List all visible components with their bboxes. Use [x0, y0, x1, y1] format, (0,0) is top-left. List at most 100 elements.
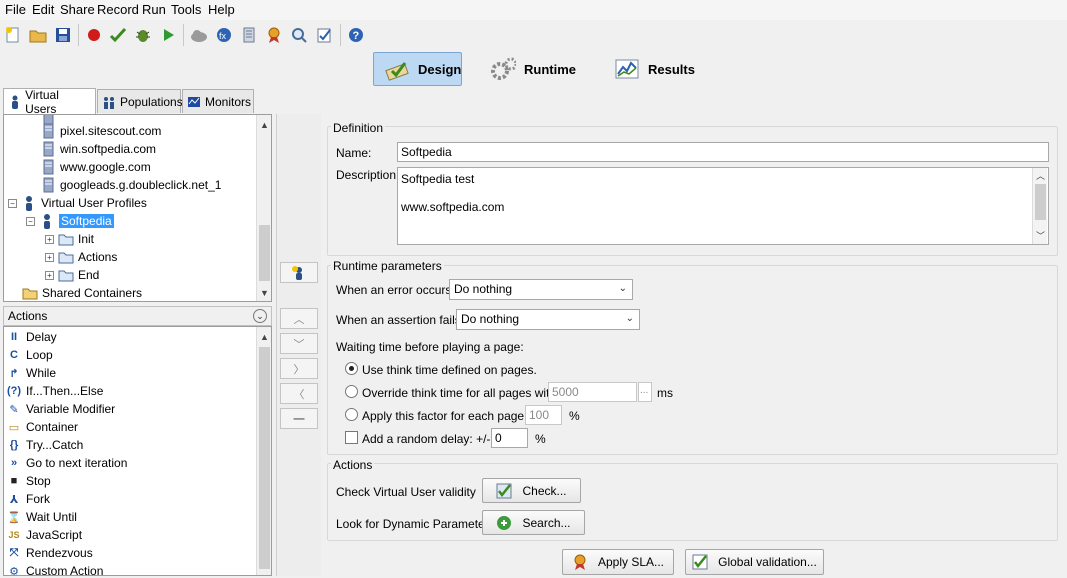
new-project-icon[interactable] [3, 25, 23, 45]
action-try-catch[interactable]: {} Try...Catch [6, 436, 84, 454]
record-icon[interactable] [84, 25, 104, 45]
results-mode-button[interactable]: Results [604, 52, 704, 86]
action-next-iteration[interactable]: » Go to next iteration [6, 454, 127, 472]
formula-icon[interactable]: fx [214, 25, 234, 45]
action-label: Container [26, 420, 79, 434]
search-icon[interactable] [289, 25, 309, 45]
outdent-button[interactable]: 〈 [280, 383, 318, 404]
assertion-label: When an assertion fails: [336, 313, 465, 327]
tree-item-selected-profile[interactable]: − Softpedia [26, 212, 114, 230]
play-icon[interactable] [158, 25, 178, 45]
scroll-up-icon[interactable]: ▲ [257, 117, 271, 133]
action-wait-until[interactable]: ⌛ Wait Until [6, 508, 77, 526]
random-delay-field[interactable]: 0 [491, 428, 528, 448]
description-field[interactable]: Softpedia test www.softpedia.com ︿ ﹀ [397, 167, 1049, 245]
apply-factor-radio[interactable] [345, 408, 358, 421]
tree-item-container[interactable]: + End [45, 266, 99, 284]
tab-monitors[interactable]: Monitors [182, 89, 254, 113]
action-label: Delay [26, 330, 57, 344]
action-container[interactable]: ▭ Container [6, 418, 78, 436]
condition-icon: (?) [6, 385, 22, 397]
tree-item-server[interactable]: www.google.com [40, 158, 151, 176]
action-custom-action[interactable]: ⚙ Custom Action [6, 562, 103, 575]
tree-item-container[interactable]: + Actions [45, 248, 117, 266]
cloud-icon[interactable] [189, 25, 209, 45]
actions-scrollbar[interactable]: ▲ [256, 327, 271, 575]
expand-icon[interactable]: + [45, 270, 54, 280]
override-think-time-radio[interactable] [345, 385, 358, 398]
validate-icon[interactable] [314, 25, 334, 45]
tree-item-container[interactable]: + Init [45, 230, 94, 248]
tree-scrollbar[interactable]: ▲ ▼ [256, 115, 271, 301]
search-button-label: Search... [522, 515, 571, 530]
scroll-down-icon[interactable]: ▼ [257, 285, 271, 301]
global-validation-button[interactable]: Global validation... [685, 549, 824, 575]
random-delay-label: Add a random delay: +/- [362, 432, 491, 446]
action-rendezvous[interactable]: ⤧ Rendezvous [6, 544, 93, 562]
expand-icon[interactable]: + [45, 252, 54, 262]
folder-icon [58, 231, 74, 247]
menu-run[interactable]: Run [142, 2, 166, 17]
assertion-action-select[interactable]: Do nothing ⌄ [456, 309, 640, 330]
scroll-up-icon[interactable]: ▲ [257, 329, 271, 345]
menu-help[interactable]: Help [208, 2, 235, 17]
collapse-icon[interactable]: − [8, 198, 17, 208]
scroll-up-icon[interactable]: ︿ [1033, 168, 1048, 184]
scrollbar-thumb[interactable] [1035, 184, 1046, 220]
runtime-mode-button[interactable]: Runtime [480, 52, 590, 86]
design-mode-button[interactable]: Design [373, 52, 462, 86]
remove-button[interactable]: — [280, 408, 318, 429]
name-field[interactable]: Softpedia [397, 142, 1049, 162]
use-think-time-radio[interactable] [345, 362, 358, 375]
menu-record[interactable]: Record [97, 2, 139, 17]
tree-item-label: Actions [78, 250, 118, 264]
collapse-icon[interactable]: − [26, 216, 35, 226]
action-fork[interactable]: ⅄ Fork [6, 490, 50, 508]
description-label: Description: [336, 168, 400, 182]
open-project-icon[interactable] [28, 25, 48, 45]
check-icon[interactable] [108, 25, 128, 45]
scroll-down-icon[interactable]: ﹀ [1033, 228, 1048, 244]
chevron-right-icon: 〉 [293, 363, 305, 376]
menu-edit[interactable]: Edit [32, 2, 54, 17]
move-down-button[interactable]: ﹀ [280, 333, 318, 354]
tab-populations[interactable]: Populations [97, 89, 183, 113]
menu-share[interactable]: Share [60, 2, 95, 17]
expand-icon[interactable]: + [45, 234, 54, 244]
tree-item-profiles[interactable]: − Virtual User Profiles [8, 194, 147, 212]
apply-sla-button[interactable]: Apply SLA... [562, 549, 674, 575]
action-while[interactable]: ↱ While [6, 364, 56, 382]
check-button[interactable]: Check... [482, 478, 581, 503]
tab-virtual-users[interactable]: Virtual Users [3, 88, 96, 116]
override-think-time-field[interactable]: 5000 [548, 382, 637, 402]
description-scrollbar[interactable]: ︿ ﹀ [1032, 168, 1047, 244]
random-delay-checkbox[interactable] [345, 431, 358, 444]
more-options-button[interactable]: ... [638, 382, 652, 402]
indent-button[interactable]: 〉 [280, 358, 318, 379]
tree-item-server[interactable]: win.softpedia.com [40, 140, 156, 158]
help-icon[interactable]: ? [346, 25, 366, 45]
search-button[interactable]: Search... [482, 510, 585, 535]
add-action-button[interactable] [280, 262, 318, 283]
action-variable-modifier[interactable]: ✎ Variable Modifier [6, 400, 115, 418]
scrollbar-thumb[interactable] [259, 225, 270, 281]
scrollbar-thumb[interactable] [259, 347, 270, 569]
action-stop[interactable]: ■ Stop [6, 472, 51, 490]
collapse-palette-icon[interactable]: ⌄ [253, 309, 267, 323]
tree-item-server[interactable]: pixel.sitescout.com [40, 122, 161, 140]
tree-item-shared-containers[interactable]: Shared Containers [22, 284, 142, 301]
action-if-then-else[interactable]: (?) If...Then...Else [6, 382, 103, 400]
move-up-button[interactable]: ︿ [280, 308, 318, 329]
error-action-select[interactable]: Do nothing ⌄ [449, 279, 633, 300]
menu-tools[interactable]: Tools [171, 2, 201, 17]
save-icon[interactable] [53, 25, 73, 45]
action-javascript[interactable]: JS JavaScript [6, 526, 82, 544]
debug-icon[interactable] [133, 25, 153, 45]
action-loop[interactable]: C Loop [6, 346, 53, 364]
tree-item-server[interactable]: googleads.g.doubleclick.net_1 [40, 176, 221, 194]
apply-factor-field[interactable]: 100 [525, 405, 562, 425]
action-delay[interactable]: II Delay [6, 328, 57, 346]
sla-icon[interactable] [264, 25, 284, 45]
menu-file[interactable]: File [5, 2, 26, 17]
database-icon[interactable] [239, 25, 259, 45]
